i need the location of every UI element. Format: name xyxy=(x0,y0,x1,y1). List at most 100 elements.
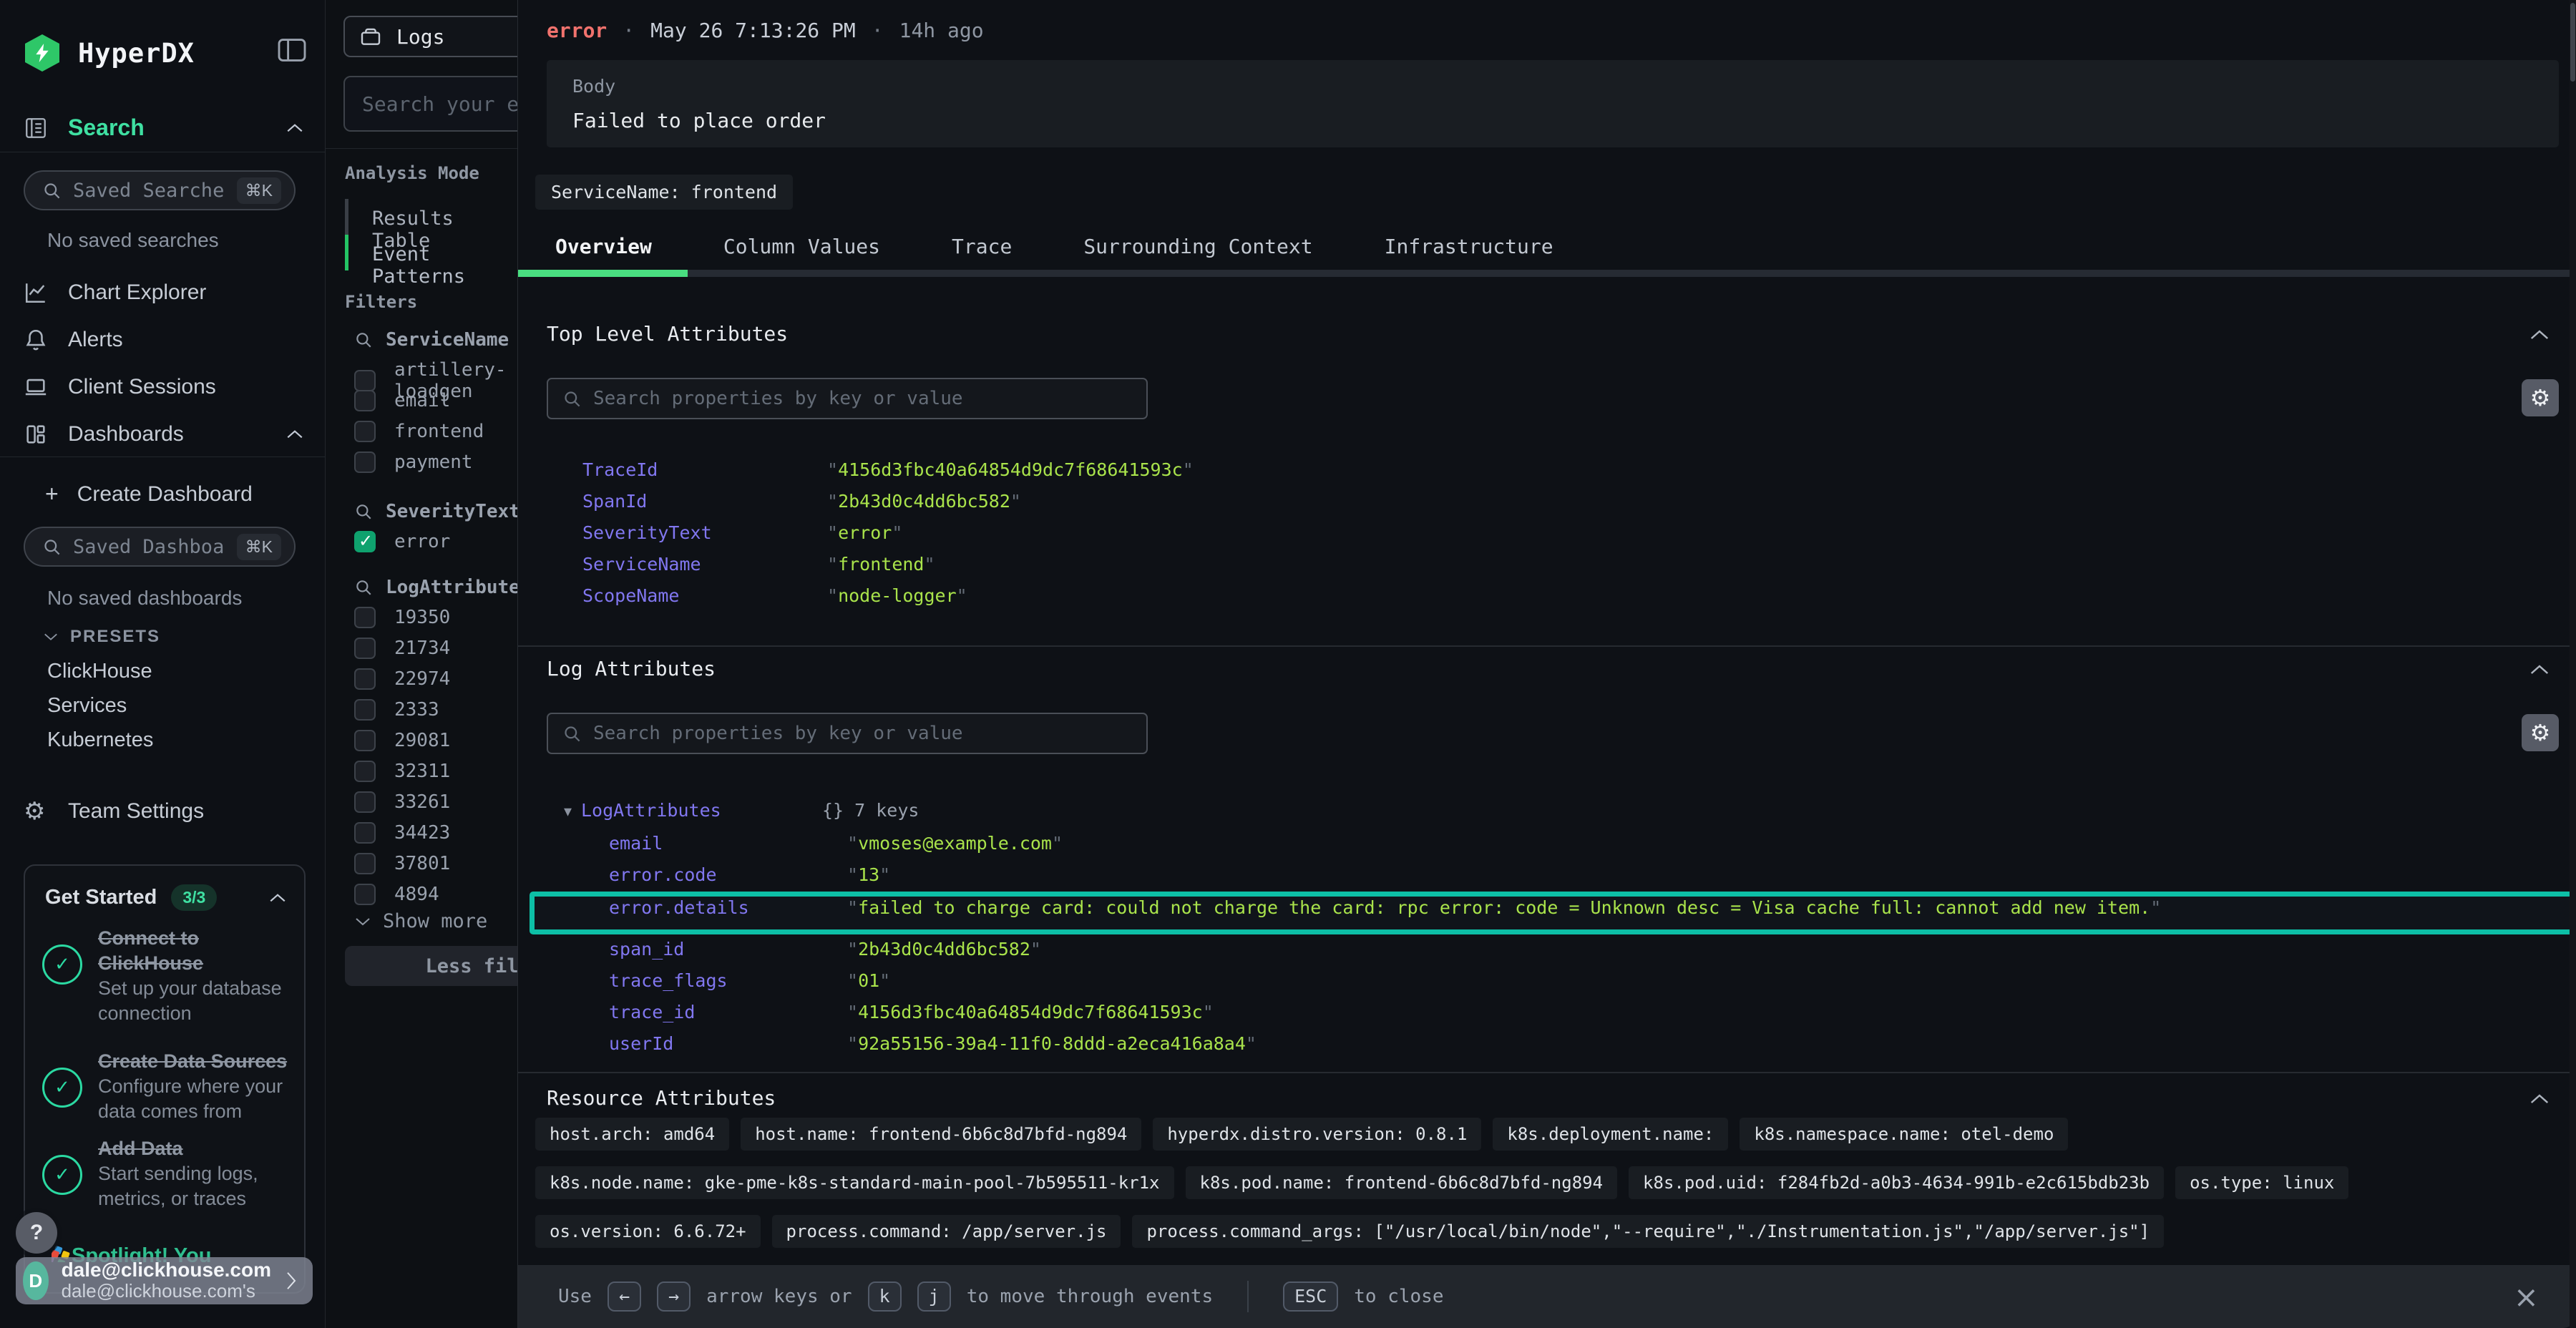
preset-kubernetes[interactable]: Kubernetes xyxy=(47,728,153,752)
get-started-item[interactable]: ✓ Add Data Start sending logs, metrics, … xyxy=(42,1136,290,1211)
attr-key[interactable]: userId xyxy=(609,1033,673,1054)
filter-option[interactable]: 32311 xyxy=(354,761,450,782)
attr-row[interactable]: SeverityText "error" xyxy=(518,522,2576,554)
preset-clickhouse[interactable]: ClickHouse xyxy=(47,660,152,683)
chevron-up-icon[interactable] xyxy=(2529,1092,2550,1106)
tree-root-row[interactable]: ▾ LogAttributes {} 7 keys xyxy=(518,800,2576,831)
gear-icon[interactable]: ⚙ xyxy=(2522,714,2559,751)
attr-key[interactable]: SeverityText xyxy=(582,522,712,543)
tab-infrastructure[interactable]: Infrastructure xyxy=(1385,235,1553,258)
attr-row[interactable]: email "vmoses@example.com" xyxy=(518,833,2576,864)
checkbox[interactable] xyxy=(354,370,376,391)
less-filters-button[interactable]: Less filters xyxy=(345,946,517,986)
attr-key[interactable]: SpanId xyxy=(582,491,647,512)
saved-dashboards-input[interactable]: Saved Dashboards ⌘K xyxy=(24,527,296,567)
attr-key[interactable]: ServiceName xyxy=(582,554,701,575)
help-button[interactable]: ? xyxy=(16,1212,57,1254)
filter-option[interactable]: payment xyxy=(354,451,473,473)
checkbox[interactable] xyxy=(354,390,376,411)
checkbox[interactable] xyxy=(354,607,376,628)
filter-option[interactable]: 2333 xyxy=(354,699,439,721)
checkbox[interactable] xyxy=(354,699,376,721)
checkbox[interactable] xyxy=(354,884,376,905)
logo[interactable]: HyperDX xyxy=(25,34,195,72)
resource-tag[interactable]: k8s.namespace.name: otel-demo xyxy=(1740,1118,2068,1151)
attr-row[interactable]: trace_flags "01" xyxy=(518,970,2576,1002)
triangle-down-icon[interactable]: ▾ xyxy=(564,803,572,821)
resource-tag[interactable]: hyperdx.distro.version: 0.8.1 xyxy=(1153,1118,1481,1151)
chevron-up-icon[interactable] xyxy=(2529,663,2550,677)
log-attributes-search-input[interactable]: Search properties by key or value xyxy=(547,713,1148,754)
checkbox[interactable] xyxy=(354,822,376,844)
checkbox[interactable] xyxy=(354,791,376,813)
attr-row[interactable]: TraceId "4156d3fbc40a64854d9dc7f68641593… xyxy=(518,459,2576,491)
saved-searches-input[interactable]: Saved Searches ⌘K xyxy=(24,170,296,210)
checkbox[interactable] xyxy=(354,451,376,473)
resource-tag[interactable]: k8s.deployment.name: xyxy=(1493,1118,1728,1151)
checkbox[interactable] xyxy=(354,638,376,659)
attr-key[interactable]: TraceId xyxy=(582,459,658,480)
attr-key[interactable]: span_id xyxy=(609,939,684,960)
source-select[interactable]: Logs xyxy=(343,16,517,57)
filter-option[interactable]: 4894 xyxy=(354,884,439,905)
attr-row-error-details-highlighted[interactable]: error.details "failed to charge card: co… xyxy=(518,897,2576,929)
attr-key[interactable]: error.code xyxy=(609,864,717,885)
attr-row[interactable]: userId "92a55156-39a4-11f0-8ddd-a2eca416… xyxy=(518,1033,2576,1065)
get-started-item[interactable]: ✓ Create Data Sources Configure where yo… xyxy=(42,1049,290,1124)
filter-option[interactable]: 34423 xyxy=(354,822,450,844)
get-started-header[interactable]: Get Started 3/3 xyxy=(45,884,287,911)
attr-row[interactable]: span_id "2b43d0c4dd6bc582" xyxy=(518,939,2576,970)
filter-option[interactable]: 22974 xyxy=(354,668,450,690)
attr-key[interactable]: error.details xyxy=(609,897,749,918)
sidebar-item-chart-explorer[interactable]: Chart Explorer xyxy=(24,280,304,305)
tab-column-values[interactable]: Column Values xyxy=(723,235,880,258)
resource-tag[interactable]: k8s.node.name: gke-pme-k8s-standard-main… xyxy=(535,1166,1174,1199)
attr-row[interactable]: ServiceName "frontend" xyxy=(518,554,2576,585)
resource-tag[interactable]: os.type: linux xyxy=(2175,1166,2348,1199)
service-tag[interactable]: ServiceName: frontend xyxy=(535,175,793,210)
filter-option[interactable]: email xyxy=(354,390,450,411)
filter-group-servicename[interactable]: ServiceName xyxy=(354,329,509,351)
checkbox[interactable] xyxy=(354,853,376,874)
gear-icon[interactable]: ⚙ xyxy=(2522,379,2559,416)
get-started-item[interactable]: ✓ Connect to ClickHouse Set up your data… xyxy=(42,926,290,1026)
checkbox[interactable] xyxy=(354,730,376,751)
user-menu[interactable]: D dale@clickhouse.com dale@clickhouse.co… xyxy=(16,1257,313,1304)
checkbox[interactable] xyxy=(354,668,376,690)
attr-key[interactable]: trace_flags xyxy=(609,970,728,991)
resource-tag[interactable]: k8s.pod.uid: f284fb2d-a0b3-4634-991b-e2c… xyxy=(1629,1166,2164,1199)
checkbox[interactable] xyxy=(354,761,376,782)
attr-key[interactable]: trace_id xyxy=(609,1002,695,1022)
resource-tag[interactable]: k8s.pod.name: frontend-6b6c8d7bfd-ng894 xyxy=(1186,1166,1618,1199)
filter-option[interactable]: 19350 xyxy=(354,607,450,628)
filter-option[interactable]: 29081 xyxy=(354,730,450,751)
tab-surrounding-context[interactable]: Surrounding Context xyxy=(1083,235,1312,258)
presets-toggle[interactable]: PRESETS xyxy=(43,627,160,647)
collapse-sidebar-icon[interactable] xyxy=(276,37,308,63)
tab-overview[interactable]: Overview xyxy=(555,235,652,258)
resource-tag[interactable]: host.arch: amd64 xyxy=(535,1118,729,1151)
resource-tag[interactable]: os.version: 6.6.72+ xyxy=(535,1215,761,1248)
filter-group-logattributes[interactable]: LogAttributes xyxy=(354,577,517,598)
scrollbar-thumb[interactable] xyxy=(2570,3,2575,82)
checkbox-checked[interactable] xyxy=(354,531,376,552)
attr-row[interactable]: ScopeName "node-logger" xyxy=(518,585,2576,617)
scrollbar[interactable] xyxy=(2570,0,2576,1328)
close-icon[interactable]: × xyxy=(2514,1282,2539,1312)
show-more-toggle[interactable]: Show more xyxy=(354,910,487,932)
attr-key[interactable]: email xyxy=(609,833,663,854)
filter-option[interactable]: 33261 xyxy=(354,791,450,813)
sidebar-item-team-settings[interactable]: ⚙ Team Settings xyxy=(24,797,304,826)
filter-option[interactable]: 21734 xyxy=(354,638,450,659)
sidebar-item-dashboards[interactable]: Dashboards xyxy=(24,422,304,446)
resource-tag[interactable]: host.name: frontend-6b6c8d7bfd-ng894 xyxy=(741,1118,1141,1151)
chevron-up-icon[interactable] xyxy=(2529,328,2550,342)
resource-tag[interactable]: process.command_args: ["/usr/local/bin/n… xyxy=(1132,1215,2164,1248)
resource-tag[interactable]: process.command: /app/server.js xyxy=(772,1215,1121,1248)
sidebar-item-search[interactable]: Search xyxy=(24,114,304,141)
preset-services[interactable]: Services xyxy=(47,694,127,718)
sidebar-item-alerts[interactable]: Alerts xyxy=(24,328,304,352)
tree-root-key[interactable]: LogAttributes xyxy=(581,800,721,821)
attr-key[interactable]: ScopeName xyxy=(582,585,679,606)
attr-row[interactable]: SpanId "2b43d0c4dd6bc582" xyxy=(518,491,2576,522)
